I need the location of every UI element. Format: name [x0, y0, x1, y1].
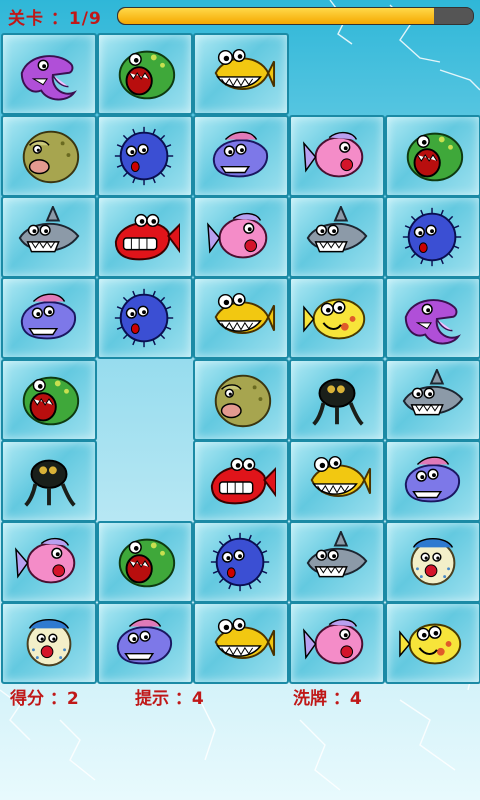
green-fish-icon — [118, 538, 176, 588]
tile-yellow-angler[interactable] — [289, 440, 385, 522]
yellow-angler-icon — [214, 617, 276, 659]
game-screen: 关卡 ：1/9 得分 ：2 提示 ：4 洗牌 ：4 — [0, 0, 480, 800]
tile-pufferfish-white[interactable] — [385, 521, 480, 603]
tile-green-fish[interactable] — [1, 359, 97, 441]
purple-fish-icon — [116, 618, 173, 665]
tile-pink-fish[interactable] — [289, 115, 385, 197]
blue-puffer-icon — [402, 207, 462, 267]
game-board — [1, 33, 480, 684]
tile-red-piranha[interactable] — [193, 440, 289, 522]
black-bug-icon — [312, 378, 364, 426]
top-bar: 关卡 ：1/9 — [0, 0, 480, 32]
grey-shark-icon — [306, 206, 368, 253]
tile-yellow-angler[interactable] — [193, 277, 289, 359]
grey-shark-icon — [18, 206, 80, 253]
tile-green-fish[interactable] — [97, 33, 193, 115]
pufferfish-white-icon — [26, 618, 72, 667]
black-bug-icon — [24, 459, 76, 507]
time-progress-fill — [118, 8, 434, 24]
purple-dolphin-icon — [404, 299, 461, 345]
tile-yellow-fish[interactable] — [289, 277, 385, 359]
time-progress-bar — [117, 7, 474, 25]
tile-yellow-angler[interactable] — [193, 33, 289, 115]
purple-fish-icon — [20, 293, 77, 340]
tile-purple-fish[interactable] — [385, 440, 480, 522]
olive-fish-icon — [22, 130, 80, 184]
green-fish-icon — [22, 376, 80, 426]
purple-fish-icon — [404, 456, 461, 503]
level-label: 关卡 ：1/9 — [8, 9, 102, 29]
tile-blue-puffer[interactable] — [97, 277, 193, 359]
tile-olive-fish[interactable] — [1, 115, 97, 197]
purple-fish-icon — [212, 131, 269, 178]
tile-grey-shark[interactable] — [289, 521, 385, 603]
green-fish-icon — [406, 132, 464, 182]
tile-olive-fish[interactable] — [193, 359, 289, 441]
tile-purple-dolphin[interactable] — [1, 33, 97, 115]
yellow-angler-icon — [214, 292, 276, 334]
tile-pink-fish[interactable] — [193, 196, 289, 278]
tile-blue-puffer[interactable] — [97, 115, 193, 197]
tile-grey-shark[interactable] — [289, 196, 385, 278]
blue-puffer-icon — [210, 532, 270, 592]
grey-shark-icon — [306, 531, 368, 578]
tile-pink-fish[interactable] — [1, 521, 97, 603]
tile-grey-shark[interactable] — [1, 196, 97, 278]
tile-purple-fish[interactable] — [97, 602, 193, 684]
tile-grey-shark[interactable] — [385, 359, 480, 441]
tile-yellow-angler[interactable] — [193, 602, 289, 684]
pink-fish-icon — [303, 618, 364, 665]
yellow-fish-icon — [399, 623, 462, 665]
tile-pink-fish[interactable] — [289, 602, 385, 684]
pink-fish-icon — [303, 131, 364, 178]
tile-black-bug[interactable] — [1, 440, 97, 522]
yellow-angler-icon — [214, 48, 276, 90]
blue-puffer-icon — [114, 288, 174, 348]
red-piranha-icon — [210, 457, 276, 505]
shuffle-button[interactable]: 洗牌 ：4 — [293, 684, 362, 709]
pufferfish-white-icon — [410, 537, 456, 586]
tile-red-piranha[interactable] — [97, 196, 193, 278]
tile-blue-puffer[interactable] — [385, 196, 480, 278]
pink-fish-icon — [207, 212, 268, 259]
tile-pufferfish-white[interactable] — [1, 602, 97, 684]
tile-green-fish[interactable] — [385, 115, 480, 197]
red-piranha-icon — [114, 213, 180, 261]
tile-green-fish[interactable] — [97, 521, 193, 603]
score-label: 得分 ：2 — [10, 689, 79, 709]
yellow-fish-icon — [303, 298, 366, 340]
olive-fish-icon — [214, 374, 272, 428]
green-fish-icon — [118, 50, 176, 100]
purple-dolphin-icon — [20, 55, 77, 101]
tile-yellow-fish[interactable] — [385, 602, 480, 684]
tile-purple-fish[interactable] — [1, 277, 97, 359]
tile-purple-fish[interactable] — [193, 115, 289, 197]
yellow-angler-icon — [310, 455, 372, 497]
hint-button[interactable]: 提示 ：4 — [135, 684, 204, 709]
grey-shark-icon — [402, 369, 464, 416]
tile-blue-puffer[interactable] — [193, 521, 289, 603]
status-bar: 得分 ：2 提示 ：4 洗牌 ：4 — [0, 684, 480, 710]
pink-fish-icon — [15, 537, 76, 584]
blue-puffer-icon — [114, 126, 174, 186]
tile-black-bug[interactable] — [289, 359, 385, 441]
tile-purple-dolphin[interactable] — [385, 277, 480, 359]
